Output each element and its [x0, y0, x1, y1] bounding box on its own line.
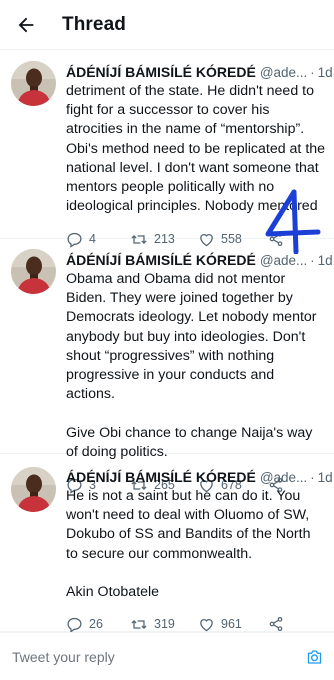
avatar[interactable] [11, 249, 56, 294]
tweet-meta: ÁDÉNÍJÍ BÁMISÍLÉ KÓREDÉ @ade... · 1d [66, 63, 333, 81]
reply-icon [67, 617, 82, 633]
avatar[interactable] [11, 467, 56, 512]
profile-photo [11, 61, 56, 106]
author-handle[interactable]: @ade... [260, 470, 307, 485]
tweet-timestamp[interactable]: 1d [318, 65, 333, 80]
share-icon [269, 617, 283, 632]
handwritten-annotation: 4 [260, 188, 324, 259]
author-name[interactable]: ÁDÉNÍJÍ BÁMISÍLÉ KÓREDÉ [66, 252, 256, 268]
retweet-count: 319 [154, 617, 175, 632]
author-name[interactable]: ÁDÉNÍJÍ BÁMISÍLÉ KÓREDÉ [66, 64, 256, 80]
profile-photo [11, 249, 56, 294]
reply-button[interactable]: 26 [66, 616, 130, 633]
camera-button[interactable] [305, 648, 324, 671]
author-name[interactable]: ÁDÉNÍJÍ BÁMISÍLÉ KÓREDÉ [66, 469, 256, 485]
page-title: Thread [62, 13, 126, 35]
avatar[interactable] [11, 61, 56, 106]
thread-screen: Thread ÁDÉNÍJÍ BÁMISÍLÉ KÓREDÉ @ade... ·… [0, 0, 334, 680]
heart-icon [200, 618, 213, 631]
camera-icon [307, 650, 322, 664]
back-button[interactable] [2, 1, 50, 49]
retweet-button[interactable]: 319 [130, 616, 198, 633]
tweet[interactable]: ÁDÉNÍJÍ BÁMISÍLÉ KÓREDÉ @ade... · 1d Oba… [0, 239, 334, 494]
separator-dot: · [310, 64, 315, 80]
tweet-text: He is not a saint but he can do it. You … [66, 488, 311, 601]
arrow-left-icon [18, 17, 34, 32]
author-handle[interactable]: @ade... [260, 65, 307, 80]
separator-dot: · [310, 469, 315, 485]
profile-photo [11, 467, 56, 512]
share-button[interactable] [268, 616, 284, 632]
like-count: 961 [221, 617, 242, 632]
tweet-text: Obama and Obama did not mentor Biden. Th… [66, 271, 317, 460]
like-button[interactable]: 961 [198, 616, 268, 633]
reply-input[interactable] [12, 648, 252, 665]
reply-count: 26 [89, 617, 103, 632]
reply-composer [0, 632, 334, 680]
tweet[interactable]: ÁDÉNÍJÍ BÁMISÍLÉ KÓREDÉ @ade... · 1d He … [0, 454, 334, 633]
thread-header: Thread [0, 0, 334, 50]
retweet-icon [131, 619, 147, 629]
tweet-meta: ÁDÉNÍJÍ BÁMISÍLÉ KÓREDÉ @ade... · 1d [66, 468, 333, 486]
tweet-timestamp[interactable]: 1d [318, 470, 333, 485]
